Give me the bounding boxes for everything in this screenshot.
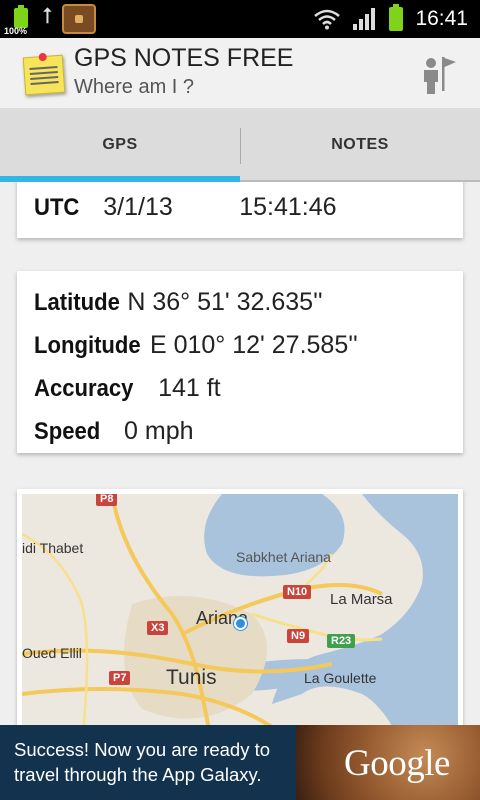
status-bar: 100% ⭡ 16:41 [0,0,480,38]
tab-bar: GPS NOTES [0,108,480,182]
latitude-label: Latitude [34,288,120,316]
tab-notes[interactable]: NOTES [240,108,480,182]
signal-icon [353,8,376,30]
sticky-note-icon[interactable] [22,52,66,96]
latitude-value: N 36° 51' 32.635'' [127,288,323,316]
road-badge-r23: R23 [327,634,356,648]
accuracy-label: Accuracy [34,374,134,402]
action-bar: GPS NOTES FREE Where am I ? [0,38,480,109]
tab-gps-label: GPS [102,136,138,153]
map-label-la-goulette: La Goulette [304,670,377,686]
utc-card: UTC 3/1/13 15:41:46 [17,182,463,238]
ad-line-2: travel through the App Galaxy. [14,764,262,785]
battery-icon [389,4,404,31]
map-label-tunis: Tunis [166,666,217,689]
road-badge-n10: N10 [283,585,312,599]
ad-line-1: Success! Now you are ready to [14,739,271,760]
person-flag-icon[interactable] [420,54,458,94]
usb-icon: ⭡ [42,4,53,29]
map-view[interactable]: idi Thabet Sabkhet Ariana La Marsa Arian… [22,494,458,725]
location-card: Latitude N 36° 51' 32.635'' Longitude E … [17,271,463,453]
ad-text: Success! Now you are ready to travel thr… [14,737,270,787]
road-badge-n9: N9 [287,629,310,643]
utc-date: 3/1/13 [103,193,173,221]
app-subtitle: Where am I ? [74,76,195,98]
battery-icon: 100% [4,4,32,36]
clock: 16:41 [415,7,468,30]
google-logo: Google [344,743,450,784]
wifi-icon [314,9,341,30]
accuracy-value: 141 ft [158,374,221,402]
battery-percent: 100% [4,26,28,36]
speed-value: 0 mph [124,417,194,445]
speed-row: Speed 0 mph [17,410,463,453]
gps-content[interactable]: UTC 3/1/13 15:41:46 Latitude N 36° 51' 3… [0,182,480,725]
ad-banner[interactable]: Success! Now you are ready to travel thr… [0,725,480,800]
current-location-marker [234,617,247,630]
tab-gps[interactable]: GPS [0,108,240,182]
utc-label: UTC [34,194,80,221]
road-badge-p7: P7 [109,671,131,685]
road-badge-p8: P8 [96,494,118,506]
map-label-la-marsa: La Marsa [330,591,393,608]
utc-time: 15:41:46 [239,193,337,221]
tab-notes-label: NOTES [331,136,389,153]
accuracy-row: Accuracy 141 ft [17,367,463,410]
app-title: GPS NOTES FREE [74,44,294,72]
treasure-chest-icon [62,4,97,34]
longitude-value: E 010° 12' 27.585'' [149,331,358,359]
map-label-sidi-thabet: idi Thabet [22,540,84,556]
road-badge-x3: X3 [147,621,169,635]
map-label-sabkhet-ariana: Sabkhet Ariana [236,549,331,565]
speed-label: Speed [34,417,101,445]
longitude-row: Longitude E 010° 12' 27.585'' [17,324,463,367]
longitude-label: Longitude [34,331,141,359]
map-card[interactable]: idi Thabet Sabkhet Ariana La Marsa Arian… [17,489,463,725]
latitude-row: Latitude N 36° 51' 32.635'' [17,281,463,324]
map-label-oued-ellil: Oued Ellil [22,645,82,661]
